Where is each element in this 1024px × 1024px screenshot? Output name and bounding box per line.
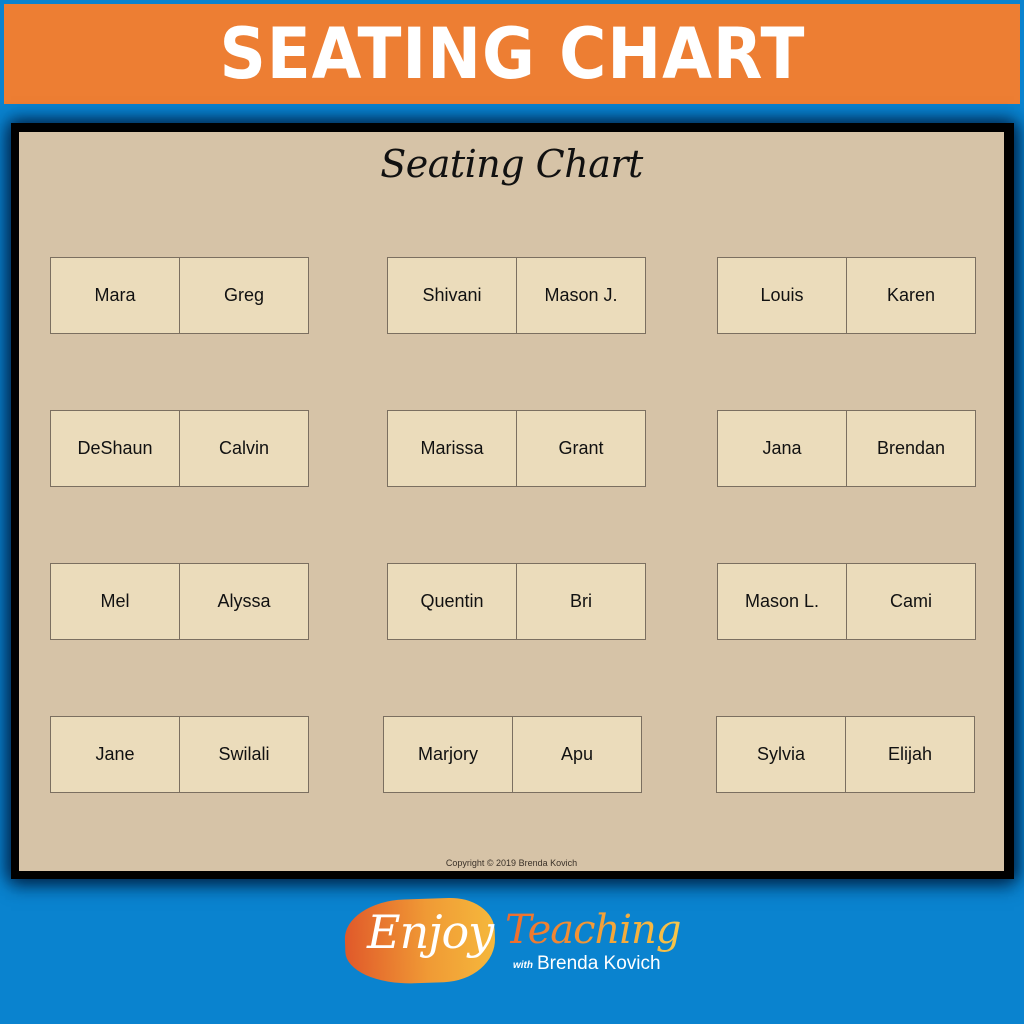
seat[interactable]: Sylvia [717, 717, 845, 792]
seat[interactable]: Brendan [846, 411, 975, 486]
seat[interactable]: Mason J. [516, 258, 645, 333]
desk-pair: DeShaun Calvin [50, 410, 309, 487]
logo-author-text: Brenda Kovich [537, 953, 661, 974]
logo-teaching-text: Teaching [505, 907, 681, 953]
desk-pair: Louis Karen [717, 257, 976, 334]
seat[interactable]: Mara [51, 258, 179, 333]
logo-enjoy-text: Enjoy [367, 905, 494, 959]
logo-with-text: with [513, 960, 533, 971]
desk-pair: Shivani Mason J. [387, 257, 646, 334]
desk-pair: Quentin Bri [387, 563, 646, 640]
seat[interactable]: Jane [51, 717, 179, 792]
seat[interactable]: Mel [51, 564, 179, 639]
seat[interactable]: Marjory [384, 717, 512, 792]
copyright-text: Copyright © 2019 Brenda Kovich [445, 858, 578, 868]
header-banner: SEATING CHART [4, 4, 1020, 104]
seat[interactable]: Jana [718, 411, 846, 486]
seat[interactable]: Shivani [388, 258, 516, 333]
seat[interactable]: Swilali [179, 717, 308, 792]
banner-title: SEATING CHART [219, 13, 805, 95]
seat[interactable]: Karen [846, 258, 975, 333]
seat[interactable]: Alyssa [179, 564, 308, 639]
seat[interactable]: Greg [179, 258, 308, 333]
desk-pair: Jana Brendan [717, 410, 976, 487]
seat[interactable]: DeShaun [51, 411, 179, 486]
desk-pair: Sylvia Elijah [716, 716, 975, 793]
seating-board: Seating Chart Mara Greg Shivani Mason J.… [19, 132, 1004, 871]
seat[interactable]: Mason L. [718, 564, 846, 639]
seat[interactable]: Marissa [388, 411, 516, 486]
desk-pair: Mel Alyssa [50, 563, 309, 640]
seat[interactable]: Cami [846, 564, 975, 639]
desk-pair: Marissa Grant [387, 410, 646, 487]
enjoy-teaching-logo: Enjoy Teaching with Brenda Kovich [343, 893, 681, 993]
desk-pair: Mason L. Cami [717, 563, 976, 640]
seat[interactable]: Quentin [388, 564, 516, 639]
seat[interactable]: Bri [516, 564, 645, 639]
desk-pair: Mara Greg [50, 257, 309, 334]
seat[interactable]: Louis [718, 258, 846, 333]
board-title: Seating Chart [380, 142, 643, 186]
desk-pair: Marjory Apu [383, 716, 642, 793]
seat[interactable]: Grant [516, 411, 645, 486]
seat[interactable]: Apu [512, 717, 641, 792]
seat[interactable]: Elijah [845, 717, 974, 792]
desk-pair: Jane Swilali [50, 716, 309, 793]
seat[interactable]: Calvin [179, 411, 308, 486]
